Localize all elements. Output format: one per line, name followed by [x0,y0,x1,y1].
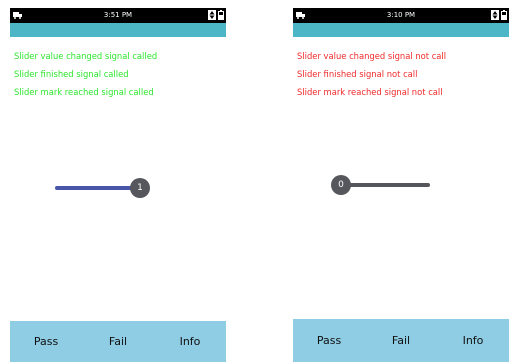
pass-button[interactable]: Pass [293,319,365,362]
bottom-bar: Pass Fail Info [10,321,226,362]
status-bar: 3:10 PM [293,8,509,23]
status-time: 3:51 PM [103,11,133,19]
mark-reached-signal-text: Slider mark reached signal not call [297,87,443,97]
slider-handle[interactable]: 0 [331,175,351,195]
info-button[interactable]: Info [154,321,226,362]
finished-signal-text: Slider finished signal called [14,69,129,79]
fail-button[interactable]: Fail [82,321,154,362]
slider-handle[interactable]: 1 [130,178,150,198]
battery-icon [501,10,507,20]
title-band [10,23,226,37]
signal-icon [491,10,499,20]
slider[interactable]: 1 [10,176,226,200]
finished-signal-text: Slider finished signal not call [297,69,418,79]
pass-button[interactable]: Pass [10,321,82,362]
signal-list: Slider value changed signal called Slide… [14,51,157,105]
battery-icon [218,10,224,20]
status-time: 3:10 PM [386,11,416,19]
slider[interactable]: 0 [293,173,509,197]
bottom-bar: Pass Fail Info [293,319,509,362]
status-bar: 3:51 PM [10,8,226,23]
screen-right: 3:10 PM Slider value changed signal not … [293,8,509,362]
value-changed-signal-text: Slider value changed signal called [14,51,158,61]
screen-left: 3:51 PM Slider value changed signal call… [10,8,226,362]
fail-button[interactable]: Fail [365,319,437,362]
value-changed-signal-text: Slider value changed signal not call [297,51,447,61]
signal-icon [208,10,216,20]
signal-list: Slider value changed signal not call Sli… [297,51,446,105]
mark-reached-signal-text: Slider mark reached signal called [14,87,154,97]
title-band [293,23,509,37]
info-button[interactable]: Info [437,319,509,362]
